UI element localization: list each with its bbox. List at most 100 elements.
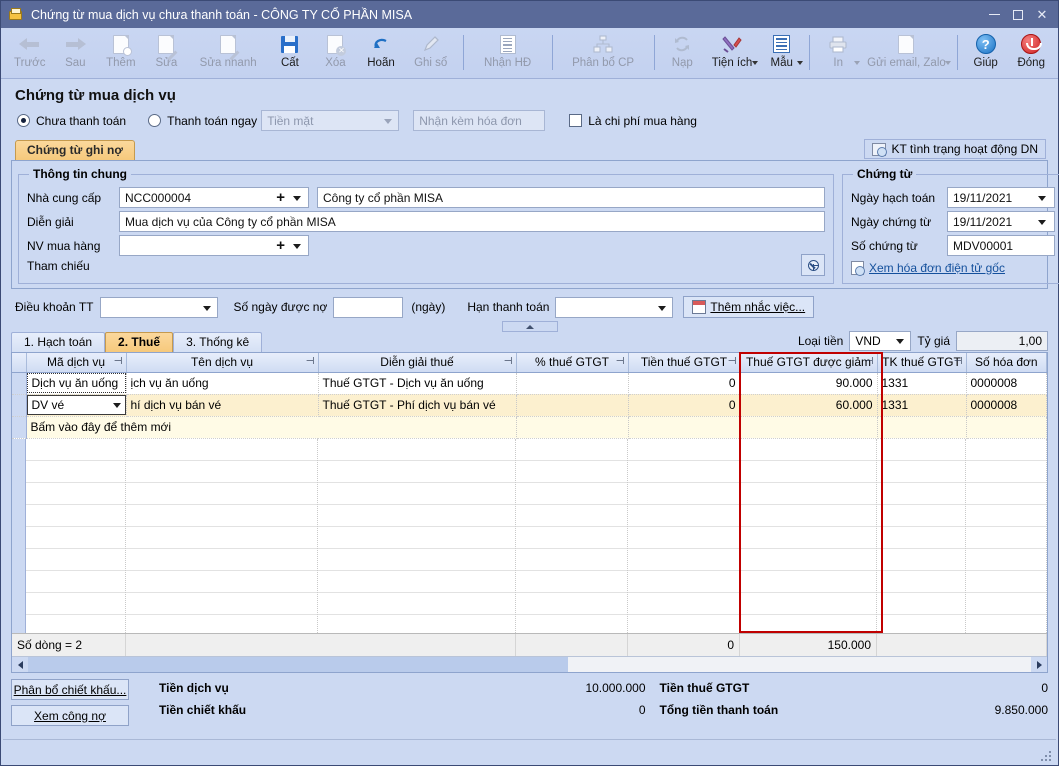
maximize-button[interactable] bbox=[1006, 4, 1030, 26]
scroll-right-button[interactable] bbox=[1031, 657, 1047, 672]
cell-empty[interactable] bbox=[877, 416, 967, 439]
pin-icon[interactable]: ⊣ bbox=[306, 356, 315, 367]
scroll-thumb[interactable] bbox=[28, 657, 568, 672]
due-select[interactable] bbox=[555, 296, 674, 318]
cell-vat-percent[interactable] bbox=[516, 394, 629, 417]
col-ma-dich-vu[interactable]: Mã dịch vụ ⊣ bbox=[26, 353, 127, 373]
pin-icon[interactable]: ⊣ bbox=[954, 356, 963, 367]
toolbar-button-nap[interactable]: Nạp bbox=[660, 29, 706, 78]
tab-hach-toan[interactable]: 1. Hạch toán bbox=[11, 332, 106, 352]
toolbar-button-ghiso[interactable]: Ghi sổ bbox=[404, 29, 458, 78]
cell-vat-account[interactable]: 1331 bbox=[877, 394, 967, 417]
attach-invoice-input[interactable]: Nhận kèm hóa đơn bbox=[413, 110, 546, 131]
grid-empty-area[interactable] bbox=[12, 438, 1047, 633]
chevron-down-icon[interactable] bbox=[945, 61, 951, 65]
col-so-hoa-don[interactable]: Số hóa đơn bbox=[966, 353, 1047, 373]
exchange-rate-input[interactable]: 1,00 bbox=[956, 331, 1048, 351]
col-dien-giai-thue[interactable]: Diễn giải thuế ⊣ bbox=[318, 353, 517, 373]
add-icon[interactable]: + bbox=[276, 190, 285, 206]
col-thue-gtgt-duoc-giam[interactable]: Thuế GTGT được giảm ⊣ bbox=[740, 353, 878, 373]
toolbar-button-mau[interactable]: Mẫu bbox=[759, 29, 805, 78]
voucher-date-input[interactable]: 19/11/2021 bbox=[947, 211, 1055, 232]
cell-vat-amount[interactable]: 0 bbox=[628, 394, 741, 417]
cell-vat-percent[interactable] bbox=[516, 372, 629, 395]
purchase-cost-checkbox[interactable] bbox=[569, 114, 583, 127]
pin-icon[interactable]: ⊣ bbox=[616, 356, 625, 367]
table-row[interactable]: Dịch vụ ăn uống ịch vụ ăn uống Thuế GTGT… bbox=[12, 372, 1047, 395]
radio-unpaid[interactable] bbox=[17, 114, 30, 127]
term-select[interactable] bbox=[99, 296, 218, 318]
toolbar-button-cat[interactable]: Cất bbox=[267, 29, 313, 78]
toolbar-button-truoc[interactable]: Trước bbox=[7, 29, 53, 78]
pin-icon[interactable]: ⊣ bbox=[728, 356, 737, 367]
cell-invoice-no[interactable]: 0000008 bbox=[966, 372, 1047, 395]
pin-icon[interactable]: ⊣ bbox=[504, 356, 513, 367]
view-debt-button[interactable]: Xem công nợ bbox=[11, 705, 129, 726]
cell-service-code[interactable]: DV vé bbox=[26, 394, 127, 417]
toolbar-button-dong[interactable]: Đóng bbox=[1008, 29, 1054, 78]
scroll-left-button[interactable] bbox=[12, 657, 28, 672]
cell-service-code[interactable]: Dịch vụ ăn uống bbox=[26, 372, 127, 395]
supplier-name-input[interactable]: Công ty cổ phần MISA bbox=[317, 187, 825, 208]
cell-tax-description[interactable]: Thuế GTGT - Phí dịch vụ bán vé bbox=[318, 394, 517, 417]
toolbar-button-giup[interactable]: ? Giúp bbox=[963, 29, 1009, 78]
add-icon[interactable]: + bbox=[276, 238, 285, 254]
col-ten-dich-vu[interactable]: Tên dịch vụ ⊣ bbox=[126, 353, 319, 373]
cell-empty[interactable] bbox=[740, 416, 878, 439]
toolbar-button-sau[interactable]: Sau bbox=[53, 29, 99, 78]
add-new-row[interactable]: Bấm vào đây để thêm mới bbox=[12, 416, 1047, 439]
resize-grip-icon[interactable] bbox=[1041, 751, 1053, 763]
kt-status-button[interactable]: KT tình trạng hoạt động DN bbox=[864, 139, 1046, 159]
cell-vat-amount[interactable]: 0 bbox=[628, 372, 741, 395]
table-row[interactable]: DV vé hí dịch vụ bán vé Thuế GTGT - Phí … bbox=[12, 394, 1047, 417]
toolbar-button-in[interactable]: In bbox=[815, 29, 861, 78]
allocate-discount-button[interactable]: Phân bổ chiết khấu... bbox=[11, 679, 129, 700]
tab-chung-tu-ghi-no[interactable]: Chứng từ ghi nợ bbox=[15, 140, 135, 160]
pin-icon[interactable]: ⊣ bbox=[114, 356, 123, 367]
col-tien-thue-gtgt[interactable]: Tiền thuế GTGT ⊣ bbox=[628, 353, 741, 373]
cell-empty[interactable] bbox=[628, 416, 741, 439]
cell-empty[interactable] bbox=[516, 416, 629, 439]
cell-vat-reduced[interactable]: 90.000 bbox=[740, 372, 878, 395]
cell-tax-description[interactable]: Thuế GTGT - Dịch vụ ăn uống bbox=[318, 372, 517, 395]
buyer-combo[interactable]: + bbox=[119, 235, 309, 256]
cell-invoice-no[interactable]: 0000008 bbox=[966, 394, 1047, 417]
toolbar-button-phanbocp[interactable]: Phân bổ CP bbox=[558, 29, 649, 78]
toolbar-button-sua[interactable]: Sửa bbox=[144, 29, 190, 78]
voucher-no-input[interactable]: MDV00001 bbox=[947, 235, 1055, 256]
toolbar-button-them[interactable]: Thêm bbox=[98, 29, 144, 78]
toolbar-button-hoan[interactable]: Hoãn bbox=[358, 29, 404, 78]
add-reminder-button[interactable]: Thêm nhắc việc... bbox=[683, 296, 815, 318]
currency-select[interactable]: VND bbox=[849, 331, 912, 351]
tab-thong-ke[interactable]: 3. Thống kê bbox=[173, 332, 263, 352]
tab-thue[interactable]: 2. Thuế bbox=[105, 332, 174, 352]
cell-vat-reduced[interactable]: 60.000 bbox=[740, 394, 878, 417]
grid-horizontal-scrollbar[interactable] bbox=[12, 656, 1047, 672]
toolbar-button-xoa[interactable]: ✕ Xóa bbox=[313, 29, 359, 78]
add-new-row-label-cell[interactable]: Bấm vào đây để thêm mới bbox=[26, 416, 517, 439]
close-window-button[interactable]: ✕ bbox=[1030, 4, 1054, 26]
days-input[interactable] bbox=[333, 296, 404, 318]
payment-method-select[interactable]: Tiền mặt bbox=[261, 110, 400, 131]
toolbar-button-nhanhd[interactable]: Nhận HĐ bbox=[469, 29, 547, 78]
col-tk-thue-gtgt[interactable]: TK thuế GTGT ⊣ bbox=[877, 353, 967, 373]
toolbar-button-guiemail[interactable]: Gửi email, Zalo bbox=[861, 29, 952, 78]
cell-service-name[interactable]: ịch vụ ăn uống bbox=[126, 372, 319, 395]
cell-empty[interactable] bbox=[966, 416, 1047, 439]
cell-vat-account[interactable]: 1331 bbox=[877, 372, 967, 395]
minimize-button[interactable] bbox=[982, 4, 1006, 26]
supplier-code-combo[interactable]: NCC000004 + bbox=[119, 187, 309, 208]
col-pct-thue-gtgt[interactable]: % thuế GTGT ⊣ bbox=[516, 353, 629, 373]
radio-paynow[interactable] bbox=[148, 114, 162, 127]
toolbar-button-tienich[interactable]: Tiện ích bbox=[705, 29, 759, 78]
zoom-detail-button[interactable] bbox=[801, 254, 825, 276]
chevron-down-icon[interactable] bbox=[797, 61, 804, 65]
posting-date-input[interactable]: 19/11/2021 bbox=[947, 187, 1055, 208]
chevron-down-icon[interactable] bbox=[112, 402, 121, 408]
chevron-down-icon[interactable] bbox=[853, 61, 860, 65]
toolbar-button-suanhanh[interactable]: Sửa nhanh bbox=[189, 29, 267, 78]
chevron-down-icon[interactable] bbox=[751, 61, 758, 65]
cell-service-name[interactable]: hí dịch vụ bán vé bbox=[126, 394, 319, 417]
description-input[interactable]: Mua dịch vụ của Công ty cổ phần MISA bbox=[119, 211, 825, 232]
pin-icon[interactable]: ⊣ bbox=[865, 356, 874, 367]
